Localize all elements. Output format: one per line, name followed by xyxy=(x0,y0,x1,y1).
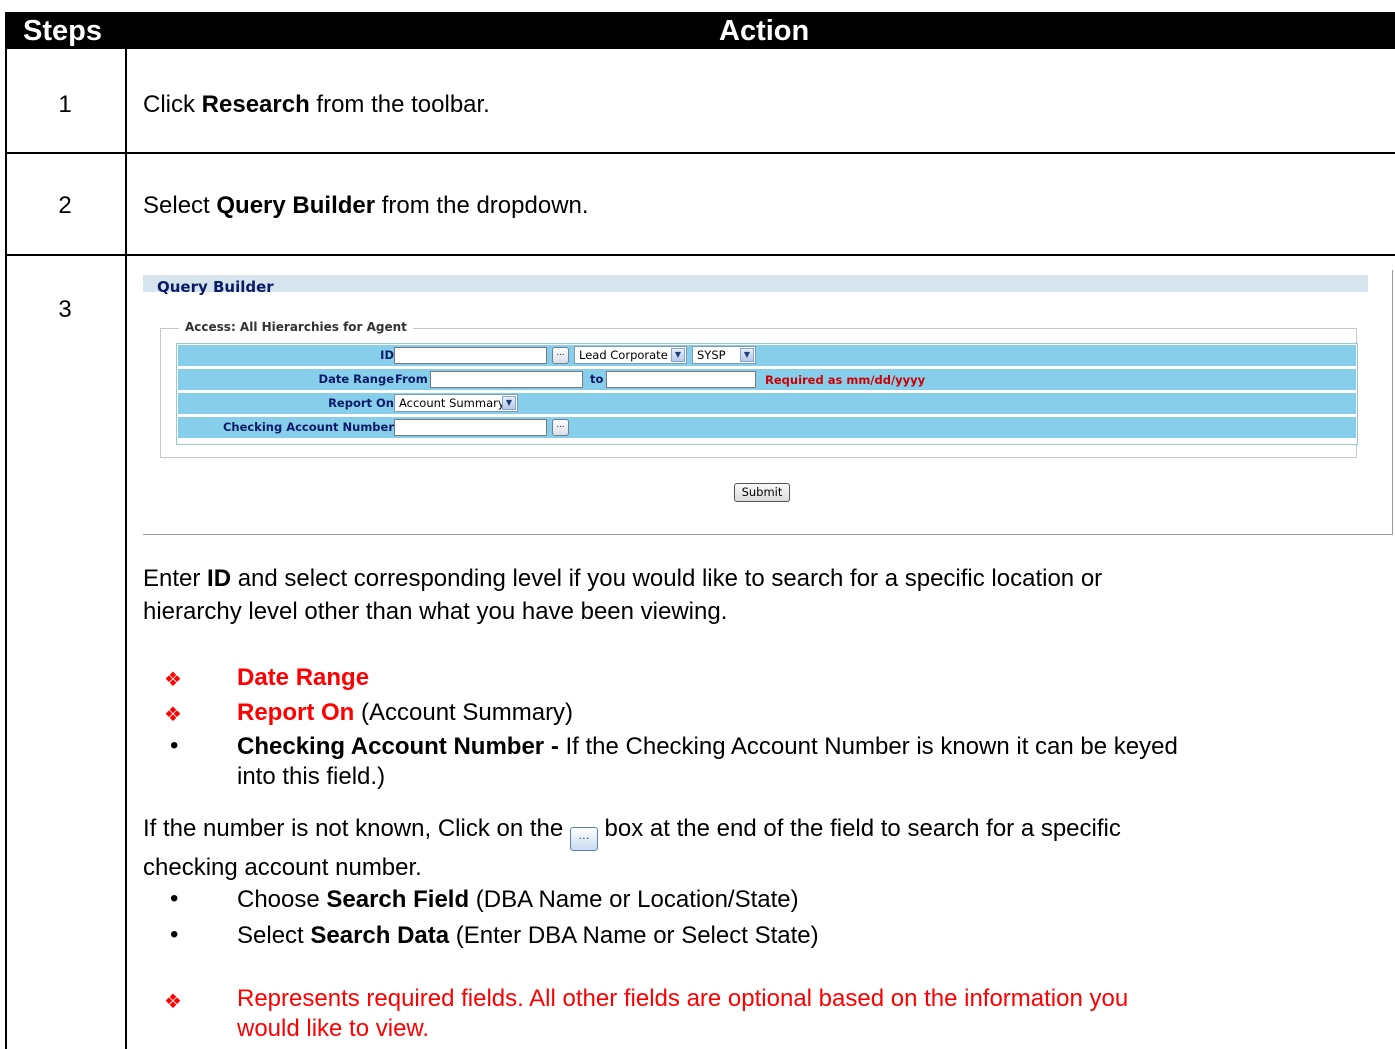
query-builder-title: Query Builder xyxy=(157,278,274,296)
date-to-input[interactable] xyxy=(606,371,756,388)
step-number: 1 xyxy=(58,91,72,118)
checking-account-label: Checking Account Number xyxy=(222,420,394,434)
id-lookup-button[interactable]: ... xyxy=(552,347,569,364)
query-builder-titlebar: Query Builder xyxy=(143,275,1368,296)
id-label: ID xyxy=(380,348,394,362)
ellipsis-button-icon: … xyxy=(569,827,598,851)
row-divider xyxy=(5,152,1395,154)
date-from-input[interactable] xyxy=(430,371,583,388)
step-number: 3 xyxy=(58,296,72,323)
required-fields-note: Represents required fields. All other fi… xyxy=(237,985,1129,1042)
from-label: From xyxy=(395,372,428,386)
chevron-down-icon: ▼ xyxy=(671,348,685,362)
date-format-hint: Required as mm/dd/yyyy xyxy=(765,373,926,387)
step-number: 2 xyxy=(58,192,72,219)
bullet-icon: • xyxy=(170,732,179,759)
form-row-date-range: Date Range From to Required as mm/dd/yyy… xyxy=(178,369,1356,390)
panel-border xyxy=(143,534,1393,535)
ellipsis-icon: ... xyxy=(556,419,565,430)
ellipsis-icon: ... xyxy=(556,347,565,358)
report-on-select-value: Account Summary xyxy=(399,396,505,410)
list-item-date-range: Date Range xyxy=(237,664,370,691)
system-select-value: SYSP xyxy=(697,348,726,362)
unknown-number-paragraph: If the number is not known, Click on the… xyxy=(143,815,1121,881)
report-on-label: Report On xyxy=(328,396,394,410)
query-form-table: ID ... Lead Corporate ▼ SYSP ▼ Date Range … xyxy=(176,343,1358,445)
row-divider xyxy=(5,254,1395,256)
bullet-icon: • xyxy=(170,921,179,948)
column-divider xyxy=(125,49,127,1049)
chevron-down-icon: ▼ xyxy=(740,348,754,362)
list-item-search-data: Select Search Data (Enter DBA Name or Se… xyxy=(237,922,819,949)
bullet-icon: • xyxy=(170,885,179,912)
report-on-select[interactable]: Account Summary ▼ xyxy=(394,394,518,412)
query-builder-panel: Query Builder Access: All Hierarchies fo… xyxy=(143,270,1393,535)
procedure-table: Steps Action 1 Click Research from the t… xyxy=(5,12,1395,1049)
id-input[interactable] xyxy=(394,347,547,364)
fieldset-legend: Access: All Hierarchies for Agent xyxy=(179,320,413,334)
header-steps: Steps xyxy=(23,15,102,47)
intro-paragraph: Enter ID and select corresponding level … xyxy=(143,565,1103,625)
list-item-checking-account: Checking Account Number - If the Checkin… xyxy=(237,733,1178,790)
diamond-bullet-icon: ❖ xyxy=(164,704,182,726)
diamond-bullet-icon: ❖ xyxy=(164,669,182,691)
form-row-checking-account: Checking Account Number ... xyxy=(178,417,1356,438)
table-header: Steps Action xyxy=(5,12,1395,49)
to-label: to xyxy=(590,372,604,386)
checking-lookup-button[interactable]: ... xyxy=(552,419,569,436)
form-row-id: ID ... Lead Corporate ▼ SYSP ▼ xyxy=(178,345,1356,366)
panel-border xyxy=(1392,270,1393,534)
system-select[interactable]: SYSP ▼ xyxy=(692,346,756,364)
list-item-search-field: Choose Search Field (DBA Name or Locatio… xyxy=(237,886,799,913)
chevron-down-icon: ▼ xyxy=(502,396,516,410)
submit-button[interactable]: Submit xyxy=(734,483,790,502)
checking-account-input[interactable] xyxy=(394,419,547,436)
step-text: Click Research from the toolbar. xyxy=(143,91,490,118)
form-row-report-on: Report On Account Summary ▼ xyxy=(178,393,1356,414)
date-range-label: Date Range xyxy=(318,372,394,386)
level-select[interactable]: Lead Corporate ▼ xyxy=(574,346,687,364)
step-text: Select Query Builder from the dropdown. xyxy=(143,192,589,219)
list-item-report-on: Report On (Account Summary) xyxy=(237,699,574,726)
diamond-bullet-icon: ❖ xyxy=(164,991,182,1013)
header-action: Action xyxy=(719,15,810,47)
level-select-value: Lead Corporate xyxy=(579,348,668,362)
